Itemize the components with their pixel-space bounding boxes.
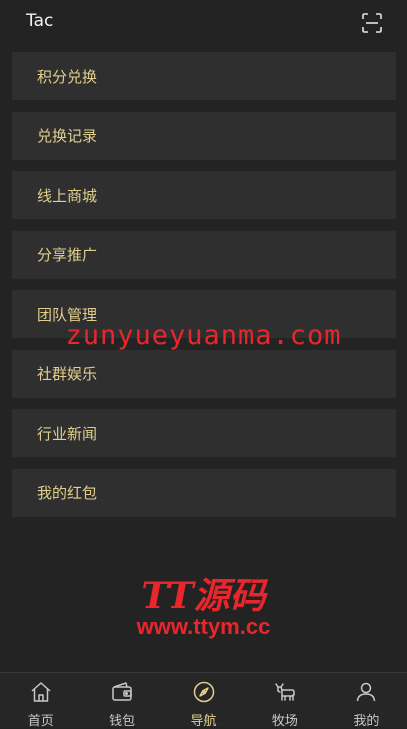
cow-icon [273,680,297,708]
watermark-brand: TT源码 [141,575,266,617]
tab-label: 首页 [27,714,54,729]
tab-label: 我的 [353,714,380,729]
menu-list: 积分兑换 兑换记录 线上商城 分享推广 团队管理 社群娱乐 行业新闻 我的红包 [12,52,396,528]
tab-navigation[interactable]: 导航 [163,673,244,729]
menu-item-label: 我的红包 [37,484,98,502]
tab-ranch[interactable]: 牧场 [244,673,325,729]
wallet-icon [110,680,134,708]
user-icon [354,680,378,708]
bottom-tab-bar: 首页 钱包 导航 牧场 我的 [0,672,407,729]
menu-item-my-red-packet[interactable]: 我的红包 [12,468,396,517]
top-bar: Tac [0,0,407,44]
watermark-logo: TT源码 www.ttym.cc [0,576,407,640]
home-icon [29,680,53,708]
menu-item-points-exchange[interactable]: 积分兑换 [12,52,396,100]
menu-item-online-mall[interactable]: 线上商城 [12,171,396,219]
menu-item-label: 线上商城 [37,186,98,205]
app-title: Tac [26,11,54,31]
menu-item-industry-news[interactable]: 行业新闻 [12,409,396,457]
compass-icon [192,680,216,708]
menu-item-label: 积分兑换 [37,67,98,86]
menu-item-label: 分享推广 [37,246,98,264]
tab-label: 导航 [190,714,217,729]
menu-item-community-entertainment[interactable]: 社群娱乐 [12,349,396,398]
scan-icon[interactable] [362,13,382,33]
watermark-url: www.ttym.cc [136,614,271,639]
tab-label: 牧场 [271,714,298,729]
tab-home[interactable]: 首页 [0,673,81,729]
tab-mine[interactable]: 我的 [326,673,407,729]
menu-item-label: 社群娱乐 [37,365,98,383]
tab-label: 钱包 [109,714,136,729]
menu-item-exchange-records[interactable]: 兑换记录 [12,111,396,160]
tab-wallet[interactable]: 钱包 [81,673,162,729]
menu-item-label: 兑换记录 [37,127,98,145]
menu-item-label: 行业新闻 [37,424,98,443]
menu-item-share-promotion[interactable]: 分享推广 [12,230,396,279]
watermark-domain-text: zunyueyuanma.com [65,320,342,351]
